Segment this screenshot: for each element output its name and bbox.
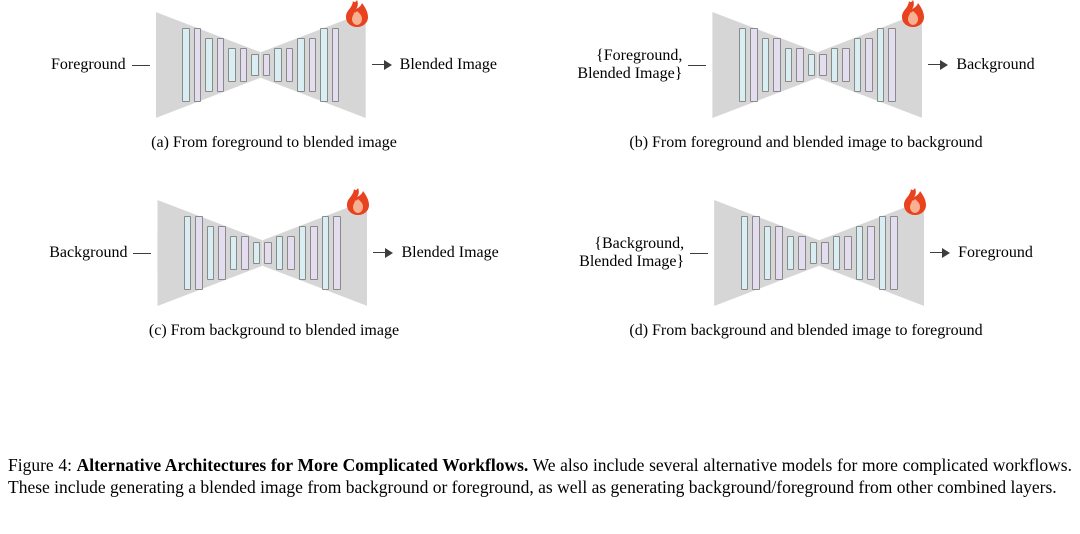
arrow-right-icon — [928, 58, 950, 72]
panel-c-row: Background — [49, 200, 499, 306]
network-layers — [156, 12, 366, 118]
encoder-decoder-network — [156, 12, 366, 118]
arrow-right-icon — [373, 246, 395, 260]
panel-a-input-label: Foreground — [51, 56, 126, 74]
panel-c-output-label: Blended Image — [401, 244, 498, 262]
figure-title: Alternative Architectures for More Compl… — [77, 455, 529, 475]
network-layers — [157, 200, 367, 306]
figure-grid: Foreground — [8, 12, 1072, 340]
network-layers — [712, 12, 922, 118]
fire-icon — [342, 0, 372, 28]
panel-b-input-label: {Foreground, Blended Image} — [577, 47, 682, 84]
panel-d: {Background, Blended Image} — [540, 200, 1072, 340]
encoder-decoder-network — [157, 200, 367, 306]
encoder-decoder-network — [712, 12, 922, 118]
arrow-right-icon — [372, 58, 394, 72]
panel-a-row: Foreground — [51, 12, 497, 118]
figure-caption: Figure 4: Alternative Architectures for … — [8, 454, 1072, 499]
fire-icon — [900, 186, 930, 216]
panel-c-input-label: Background — [49, 244, 127, 262]
panel-c-caption: (c) From background to blended image — [149, 322, 399, 340]
panel-b-caption: (b) From foreground and blended image to… — [629, 134, 982, 152]
panel-a-output-label: Blended Image — [400, 56, 497, 74]
connector-line — [133, 253, 151, 254]
panel-d-input-label: {Background, Blended Image} — [579, 235, 684, 272]
panel-a: Foreground — [8, 12, 540, 152]
arrow-right-icon — [930, 246, 952, 260]
fire-icon — [898, 0, 928, 28]
connector-line — [690, 253, 708, 254]
connector-line — [688, 65, 706, 66]
panel-b-output-label: Background — [956, 56, 1034, 74]
fire-icon — [343, 186, 373, 216]
figure-ref: Figure 4 — [8, 455, 67, 475]
panel-a-caption: (a) From foreground to blended image — [151, 134, 397, 152]
network-layers — [714, 200, 924, 306]
panel-b: {Foreground, Blended Image} — [540, 12, 1072, 152]
panel-d-caption: (d) From background and blended image to… — [629, 322, 982, 340]
figure-4: Foreground — [0, 0, 1080, 534]
panel-b-row: {Foreground, Blended Image} — [577, 12, 1034, 118]
panel-d-output-label: Foreground — [958, 244, 1033, 262]
encoder-decoder-network — [714, 200, 924, 306]
panel-c: Background — [8, 200, 540, 340]
connector-line — [132, 65, 150, 66]
panel-d-row: {Background, Blended Image} — [579, 200, 1033, 306]
